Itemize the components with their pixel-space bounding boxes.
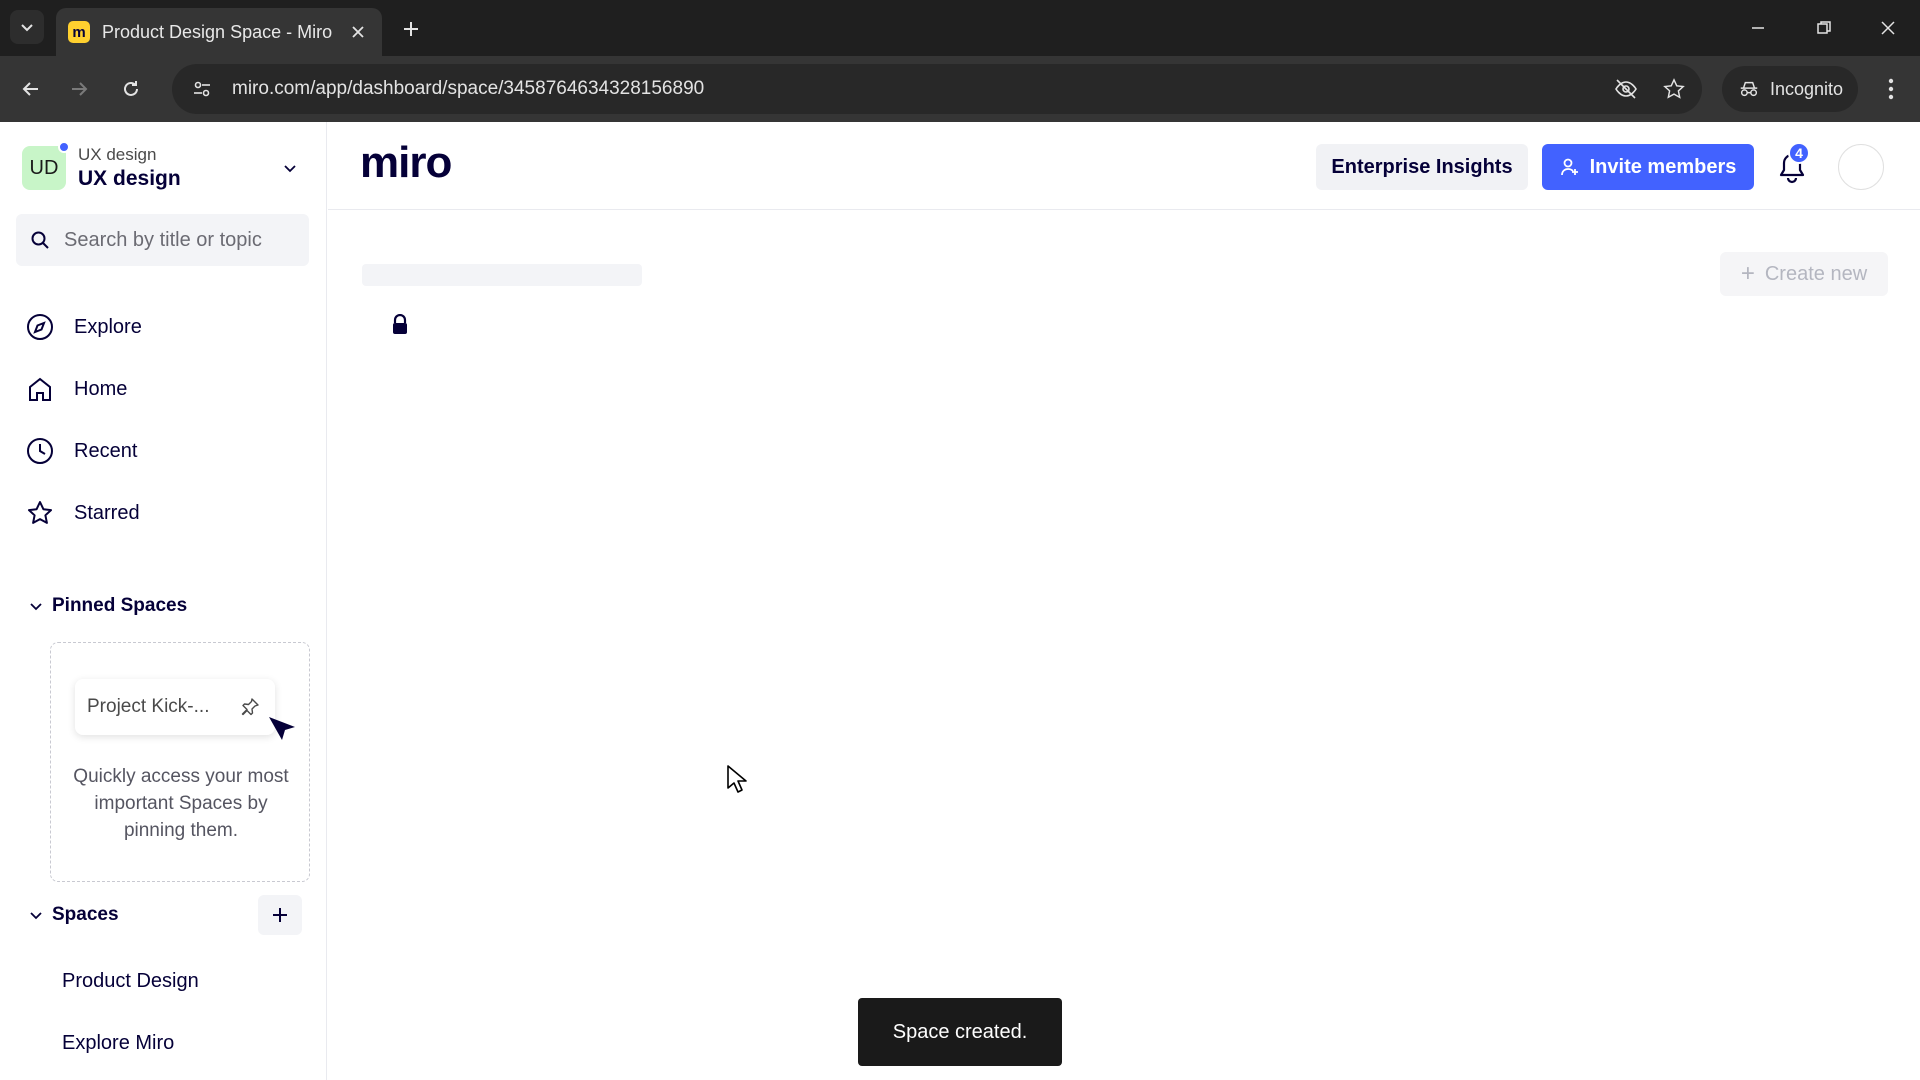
- sidebar-item-starred[interactable]: Starred: [16, 482, 309, 544]
- more-vertical-icon: [1888, 78, 1894, 100]
- search-input[interactable]: [64, 228, 294, 252]
- sidebar-item-explore[interactable]: Explore: [16, 296, 309, 358]
- sidebar-space-explore-miro[interactable]: Explore Miro: [62, 1032, 174, 1055]
- chevron-down-icon: [30, 912, 42, 920]
- toast-notification: Space created.: [858, 998, 1062, 1066]
- pinned-space-example-card: Project Kick-...: [75, 679, 275, 735]
- tab-title: Product Design Space - Miro: [102, 21, 333, 42]
- sidebar-item-label: Starred: [74, 501, 140, 524]
- sidebar-item-label: Explore: [74, 315, 142, 338]
- sidebar-item-label: Recent: [74, 439, 138, 462]
- compass-icon: [27, 314, 53, 340]
- address-bar[interactable]: miro.com/app/dashboard/space/34587646343…: [172, 64, 1702, 114]
- spaces-heading: Spaces: [52, 904, 119, 925]
- sidebar: UD UX design UX design Explore Home Rece…: [0, 122, 327, 1080]
- site-info-button[interactable]: [180, 67, 224, 111]
- chevron-down-icon: [21, 24, 33, 32]
- home-icon: [29, 377, 51, 401]
- browser-tabbar: m Product Design Space - Miro: [0, 0, 1920, 56]
- add-space-button[interactable]: [258, 895, 302, 935]
- space-title-skeleton: [362, 264, 642, 286]
- workspace-names: UX design UX design: [78, 145, 278, 191]
- workspace-initials: UD: [29, 156, 59, 179]
- eye-off-icon: [1615, 79, 1637, 99]
- lock-icon: [393, 314, 407, 334]
- clock-icon: [27, 438, 53, 464]
- enterprise-insights-button[interactable]: Enterprise Insights: [1316, 144, 1528, 190]
- pinned-spaces-empty-state: Project Kick-... Quickly access your mos…: [50, 642, 310, 882]
- url-text[interactable]: miro.com/app/dashboard/space/34587646343…: [232, 78, 1606, 100]
- cursor-arrow-icon: [269, 717, 295, 740]
- chevron-down-icon: [284, 165, 296, 173]
- sidebar-search[interactable]: [16, 214, 309, 266]
- workspace-org-name: UX design: [78, 145, 157, 164]
- tracking-protection-button[interactable]: [1606, 69, 1646, 109]
- window-close-button[interactable]: [1868, 10, 1908, 46]
- workspace-chevron[interactable]: [278, 156, 302, 180]
- user-avatar[interactable]: [1838, 144, 1884, 190]
- plus-icon: [404, 22, 418, 36]
- back-button[interactable]: [14, 72, 48, 106]
- arrow-right-icon: [72, 82, 88, 96]
- main-header: miro Enterprise Insights Invite members …: [328, 122, 1920, 210]
- pinned-space-example-label: Project Kick-...: [87, 696, 210, 717]
- pin-icon: [235, 692, 265, 722]
- pinned-spaces-toggle[interactable]: Pinned Spaces: [28, 588, 308, 624]
- minimize-icon: [1752, 27, 1764, 29]
- workspace-switcher[interactable]: UD UX design UX design: [22, 140, 302, 196]
- close-icon: [352, 26, 364, 38]
- tab-search-button[interactable]: [10, 10, 44, 44]
- browser-toolbar: miro.com/app/dashboard/space/34587646343…: [0, 56, 1920, 122]
- add-user-icon: [1560, 158, 1578, 176]
- star-icon: [28, 501, 52, 524]
- sidebar-nav: Explore Home Recent Starred: [16, 296, 309, 544]
- incognito-icon: [1740, 81, 1758, 97]
- mouse-pointer-icon: [727, 765, 747, 793]
- sidebar-item-home[interactable]: Home: [16, 358, 309, 420]
- browser-menu-button[interactable]: [1874, 72, 1908, 106]
- bookmark-button[interactable]: [1654, 69, 1694, 109]
- create-new-button[interactable]: + Create new: [1720, 252, 1888, 296]
- miro-logo[interactable]: miro: [360, 138, 452, 188]
- workspace-team-name: UX design: [78, 167, 181, 190]
- invite-members-button[interactable]: Invite members: [1542, 144, 1754, 190]
- pinned-spaces-heading: Pinned Spaces: [52, 595, 188, 616]
- invite-members-label: Invite members: [1589, 155, 1737, 178]
- sidebar-item-label: Home: [74, 377, 128, 400]
- sidebar-space-product-design[interactable]: Product Design: [62, 970, 199, 993]
- notification-count-badge: 4: [1788, 142, 1810, 164]
- tune-icon: [194, 81, 210, 97]
- miro-favicon-icon: m: [68, 21, 90, 43]
- browser-tab-active[interactable]: m Product Design Space - Miro: [56, 8, 382, 56]
- plus-icon: +: [1740, 260, 1755, 287]
- minimize-button[interactable]: [1738, 10, 1778, 46]
- pinned-spaces-help-text: Quickly access your most important Space…: [73, 766, 289, 841]
- incognito-label: Incognito: [1770, 78, 1844, 99]
- forward-button[interactable]: [62, 72, 96, 106]
- close-icon: [1881, 21, 1895, 35]
- reload-icon: [124, 81, 138, 96]
- workspace-notification-dot: [58, 141, 70, 153]
- reload-button[interactable]: [114, 72, 148, 106]
- chevron-down-icon: [30, 603, 42, 611]
- new-tab-button[interactable]: [396, 14, 426, 44]
- search-icon: [31, 231, 49, 249]
- restore-button[interactable]: [1804, 10, 1844, 46]
- star-outline-icon: [1663, 78, 1685, 99]
- sidebar-item-recent[interactable]: Recent: [16, 420, 309, 482]
- arrow-left-icon: [22, 82, 38, 96]
- tab-close-button[interactable]: [346, 20, 370, 44]
- restore-icon: [1817, 21, 1831, 34]
- incognito-indicator[interactable]: Incognito: [1722, 66, 1858, 112]
- plus-icon: [273, 908, 287, 922]
- workspace-avatar: UD: [22, 141, 70, 190]
- create-new-label: Create new: [1764, 262, 1868, 285]
